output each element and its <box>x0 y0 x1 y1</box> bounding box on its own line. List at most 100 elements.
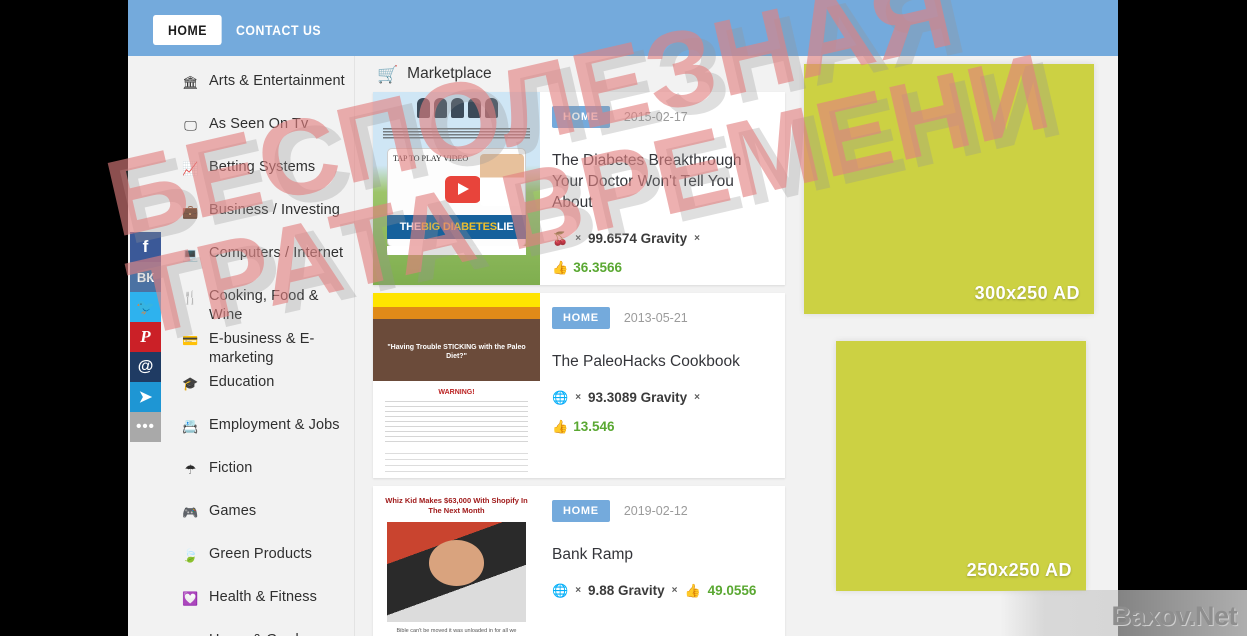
sidebar-item-label: Computers / Internet <box>209 245 344 261</box>
shopping-cart-icon: 🛒 <box>377 64 399 84</box>
sidebar-item-as-seen-on-tv[interactable]: 🖵 As Seen On Tv <box>160 115 354 152</box>
ad-banner-300x250[interactable]: 300x250 AD <box>804 64 1094 314</box>
apple-icon: 🍒 <box>552 231 569 246</box>
ad-banner-250x250[interactable]: 250x250 AD <box>836 341 1086 591</box>
listing-info: HOME 2019-02-12 Bank Ramp 🌐 × 9.88 Gravity × 👍 4… <box>540 486 785 636</box>
listing-info: HOME 2015-02-17 The Diabetes Breakthrough … <box>540 92 785 285</box>
listing-thumbnail[interactable]: TAP TO PLAY VIDEO THE BIG DIABETES LIE <box>373 92 540 285</box>
sidebar-item-label: Home & Garden <box>209 631 315 636</box>
listing-thumbnail[interactable]: Whiz Kid Makes $63,000 With Shopify In T… <box>373 486 540 636</box>
listing-stats-row: 🌐 × 9.88 Gravity × 👍 49.0556 <box>552 583 773 598</box>
sidebar-item-arts-entertainment[interactable]: 🏛 Arts & Entertainment <box>160 72 354 109</box>
thumbs-up-icon: 👍 <box>552 260 569 275</box>
sidebar-item-computers-internet[interactable]: 💻 Computers / Internet <box>160 244 354 281</box>
webpage: HOME CONTACT US 🏛 Arts & Entertainment 🖵 As… <box>128 0 1118 636</box>
nav-item-contact-us[interactable]: CONTACT US <box>236 22 321 38</box>
marketplace-content: 🛒 Marketplace TAP TO PLAY VIDEO THE BIG D… <box>373 56 793 636</box>
page-body: 🏛 Arts & Entertainment 🖵 As Seen On Tv 📈 Bett… <box>128 56 1118 636</box>
listing-card[interactable]: "Having Trouble STICKING with the Paleo … <box>373 293 785 478</box>
umbrella-icon: ☂ <box>184 462 197 477</box>
social-share-pinterest-icon[interactable]: P <box>130 322 161 352</box>
listing-thumbnail-image: "Having Trouble STICKING with the Paleo … <box>373 293 540 478</box>
sidebar-item-home-garden[interactable]: ☂ Home & Garden <box>160 631 354 636</box>
thumbs-up-icon: 👍 <box>684 583 701 598</box>
cutlery-icon: 🍴 <box>182 290 199 305</box>
stat-separator: × <box>671 585 678 596</box>
sidebar-item-label: Employment & Jobs <box>209 417 340 433</box>
sidebar-item-label: Green Products <box>209 546 312 562</box>
nav-item-home[interactable]: HOME <box>153 15 222 45</box>
sidebar-item-label: Health & Fitness <box>209 589 317 605</box>
listing-score: 49.0556 <box>707 583 757 598</box>
listing-title[interactable]: The Diabetes Breakthrough Your Doctor Wo… <box>552 150 773 213</box>
globe-icon: 🌐 <box>552 390 569 405</box>
listing-list: TAP TO PLAY VIDEO THE BIG DIABETES LIE HOME… <box>373 92 793 636</box>
listing-thumbnail[interactable]: "Having Trouble STICKING with the Paleo … <box>373 293 540 478</box>
listing-card[interactable]: Whiz Kid Makes $63,000 With Shopify In T… <box>373 486 785 636</box>
listing-stats-row: 🌐 × 93.3089 Gravity × <box>552 390 773 405</box>
listing-meta-row: HOME 2015-02-17 <box>552 106 773 128</box>
chart-line-icon: 📈 <box>182 161 199 176</box>
credit-card-icon: 💳 <box>182 333 199 348</box>
social-share-more-icon[interactable]: ••• <box>130 412 161 442</box>
listing-thumbnail-image: Whiz Kid Makes $63,000 With Shopify In T… <box>373 486 540 636</box>
listing-date: 2019-02-12 <box>623 504 688 518</box>
listing-stats-row: 🍒 × 99.6574 Gravity × <box>552 231 773 246</box>
listing-date: 2015-02-17 <box>623 110 688 124</box>
listing-title[interactable]: Bank Ramp <box>552 544 773 565</box>
marketplace-title: Marketplace <box>407 65 492 82</box>
social-share-twitter-icon[interactable]: 🐦 <box>130 292 161 322</box>
sidebar-item-games[interactable]: 🎮 Games <box>160 502 354 539</box>
social-share-telegram-icon[interactable]: ➤ <box>130 382 161 412</box>
listing-category-badge[interactable]: HOME <box>552 307 610 329</box>
sidebar-item-label: As Seen On Tv <box>209 116 309 132</box>
ad-label: 300x250 AD <box>974 283 1080 303</box>
site-logo: Baxov.Net <box>1111 601 1237 631</box>
listing-card[interactable]: TAP TO PLAY VIDEO THE BIG DIABETES LIE HOME… <box>373 92 785 285</box>
listing-score: 13.546 <box>573 419 615 434</box>
listing-category-badge[interactable]: HOME <box>552 106 610 128</box>
listing-info: HOME 2013-05-21 The PaleoHacks Cookbook 🌐 × 9… <box>540 293 785 478</box>
listing-meta-row: HOME 2013-05-21 <box>552 307 773 329</box>
sidebar-item-fiction[interactable]: ☂ Fiction <box>160 459 354 496</box>
sidebar-item-education[interactable]: 🎓 Education <box>160 373 354 410</box>
sidebar-item-betting-systems[interactable]: 📈 Betting Systems <box>160 158 354 195</box>
ad-label: 250x250 AD <box>966 560 1072 580</box>
sidebar-item-business-investing[interactable]: 💼 Business / Investing <box>160 201 354 238</box>
listing-score-row: 👍 36.3566 <box>552 260 773 275</box>
category-sidebar: 🏛 Arts & Entertainment 🖵 As Seen On Tv 📈 Bett… <box>160 56 355 636</box>
umbrella-icon: ☂ <box>182 631 199 636</box>
sidebar-item-label: Education <box>209 374 275 390</box>
sidebar-item-employment-jobs[interactable]: 📇 Employment & Jobs <box>160 416 354 453</box>
listing-category-badge[interactable]: HOME <box>552 500 610 522</box>
bank-icon: 🏛 <box>182 75 199 90</box>
listing-score-row: 👍 13.546 <box>552 419 773 434</box>
listing-gravity: 99.6574 Gravity <box>588 231 688 246</box>
social-share-vk-icon[interactable]: ВК <box>130 262 161 292</box>
stat-separator: × <box>575 392 582 403</box>
briefcase-icon: 💼 <box>182 204 199 219</box>
listing-title[interactable]: The PaleoHacks Cookbook <box>552 351 773 372</box>
social-share-email-icon[interactable]: @ <box>130 352 161 382</box>
globe-icon: 🌐 <box>552 583 569 598</box>
id-badge-icon: 📇 <box>182 419 199 434</box>
sidebar-item-green-products[interactable]: 🍃 Green Products <box>160 545 354 582</box>
top-navigation-bar: HOME CONTACT US <box>128 0 1118 56</box>
sidebar-item-label: Betting Systems <box>209 159 316 175</box>
listing-gravity: 93.3089 Gravity <box>588 390 688 405</box>
listing-thumbnail-image: TAP TO PLAY VIDEO THE BIG DIABETES LIE <box>373 92 540 285</box>
social-share-facebook-icon[interactable]: f <box>130 232 161 262</box>
stat-separator: × <box>694 233 700 244</box>
listing-meta-row: HOME 2019-02-12 <box>552 500 773 522</box>
monitor-icon: 🖵 <box>184 118 197 133</box>
sidebar-item-label: Fiction <box>209 460 253 476</box>
sidebar-item-health-fitness[interactable]: 💟 Health & Fitness <box>160 588 354 625</box>
sidebar-item-cooking-food-wine[interactable]: 🍴 Cooking, Food & Wine <box>160 287 354 324</box>
sidebar-item-e-business-e-marketing[interactable]: 💳 E-business & E-marketing <box>160 330 354 367</box>
marketplace-header: 🛒 Marketplace <box>373 56 793 92</box>
sidebar-item-label: Cooking, Food & Wine <box>209 288 319 323</box>
stat-separator: × <box>694 392 700 403</box>
gamepad-icon: 🎮 <box>182 505 199 520</box>
thumbs-up-icon: 👍 <box>552 419 569 434</box>
screenshot-root: HOME CONTACT US 🏛 Arts & Entertainment 🖵 As… <box>0 0 1247 636</box>
